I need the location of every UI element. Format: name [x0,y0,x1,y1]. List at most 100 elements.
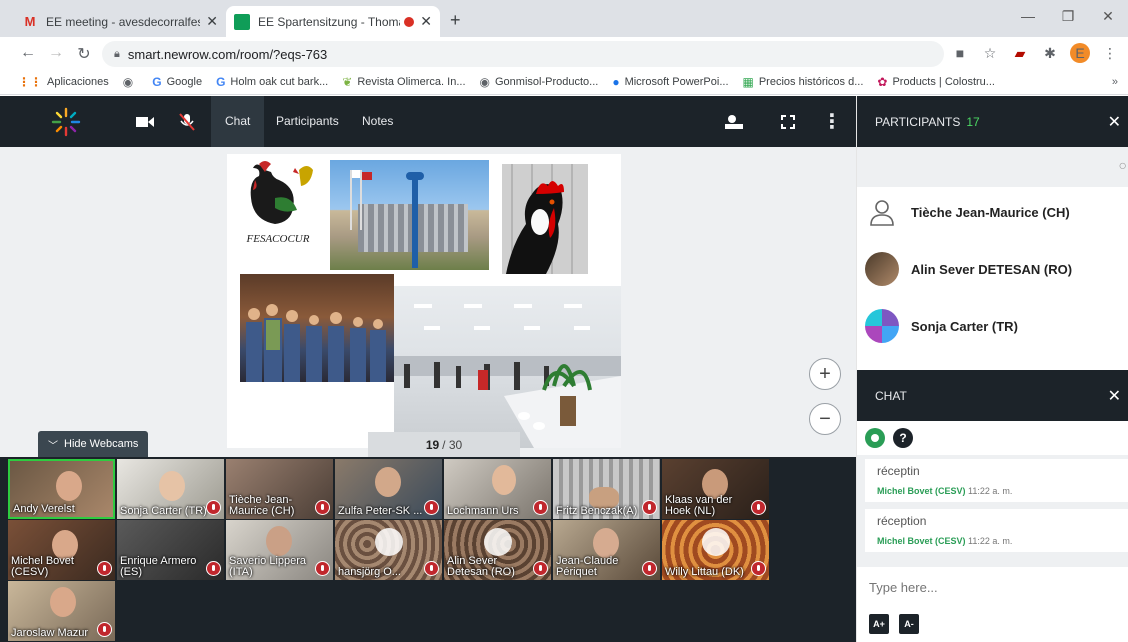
profile-avatar[interactable]: E [1070,43,1090,63]
browser-tab-strip: M EE meeting - avesdecorralfesaco ✕ EE S… [0,0,1128,37]
mic-muted-icon [206,500,221,515]
hide-webcams-button[interactable]: ﹀ Hide Webcams [38,431,149,457]
fullscreen-icon[interactable] [776,96,800,147]
mic-muted-icon [533,561,548,576]
browser-tab-gmail[interactable]: M EE meeting - avesdecorralfesaco ✕ [14,6,226,37]
webcam-tile[interactable]: hansjörg O... [335,520,442,580]
webcam-tile[interactable]: Jaroslaw Mazur [8,581,115,641]
mic-muted-icon [206,561,221,576]
minimize-icon[interactable]: — [1008,0,1048,32]
tab-label: EE meeting - avesdecorralfesaco [46,14,200,29]
webcam-tile[interactable]: Zulfa Peter-SK ... [335,459,442,519]
font-increase-button[interactable]: A+ [869,614,889,634]
microphone-muted-icon[interactable] [174,96,200,147]
tab-chat[interactable]: Chat [211,96,265,147]
participants-header: PARTICIPANTS 17 ✕ [857,96,1128,147]
webcam-name: Tièche Jean-Maurice (CH) [229,494,295,517]
bookmark-aplicaciones[interactable]: ⋮⋮ Aplicaciones [18,75,109,89]
participant-item[interactable]: Sonja Carter (TR) [865,306,1018,346]
chat-input[interactable] [857,570,1128,604]
tab-participants[interactable]: Participants [262,96,353,147]
menu-kebab-icon[interactable]: ⋮ [1100,45,1120,62]
webcam-name: Michel Bovet (CESV) [11,555,74,578]
participant-item[interactable]: Alin Sever DETESAN (RO) [865,249,1072,289]
side-panel: PARTICIPANTS 17 ✕ ○ Tièche Jean-Maurice … [856,96,1128,642]
new-tab-button[interactable]: + [450,10,461,31]
help-icon[interactable]: ? [893,428,913,448]
zoom-out-button[interactable]: − [809,403,841,435]
close-chat-icon[interactable]: ✕ [1108,386,1121,406]
avatar [865,309,899,343]
more-bookmarks-icon[interactable]: » [1112,76,1118,88]
camera-blocked-icon[interactable]: ■ [950,45,970,61]
pdf-extension-icon[interactable]: ▰ [1010,45,1030,62]
webcam-tile[interactable]: Andy Verelst [8,459,115,519]
webcam-tile[interactable]: Willy Littau (DK) [662,520,769,580]
restore-icon[interactable]: ❐ [1048,0,1088,32]
close-window-icon[interactable]: ✕ [1088,0,1128,32]
mic-muted-icon [642,561,657,576]
url-text: smart.newrow.com/room/?eqs-763 [127,46,328,62]
bookmark-holm-oak[interactable]: G Holm oak cut bark... [216,75,328,89]
bookmark-gonmisol[interactable]: ◉ Gonmisol-Producto... [480,75,599,89]
mic-muted-icon [424,500,439,515]
participant-name: Alin Sever DETESAN (RO) [911,261,1073,277]
camera-icon[interactable] [132,96,158,147]
more-options-icon[interactable]: ⋮ [822,96,842,147]
forward-icon[interactable]: → [42,44,70,62]
close-participants-icon[interactable]: ✕ [1108,112,1121,132]
bookmark-google[interactable]: G Google [152,75,202,89]
tab-notes[interactable]: Notes [348,96,407,147]
page-total: / 30 [442,437,463,452]
bookmark-globe[interactable]: ◉ [123,75,138,89]
participants-count: 17 [966,114,980,129]
fesacocur-logo: FESACOCUR [235,158,321,254]
bookmark-precios[interactable]: ▦ Precios históricos d... [743,75,864,89]
webcam-tile[interactable]: Saverio Lippera (ITA) [226,520,333,580]
extensions-icon[interactable]: ✱ [1040,45,1060,62]
chevron-down-icon: ﹀ [48,440,58,452]
bookmark-label: Microsoft PowerPoi... [624,76,729,88]
close-icon[interactable]: ✕ [206,13,218,30]
message-time: 11:22 a. m. [968,486,1013,496]
participant-item[interactable]: Tièche Jean-Maurice (CH) [865,192,1070,232]
bookmark-powerpoint[interactable]: ● Microsoft PowerPoi... [612,75,728,89]
webcam-tile[interactable]: Sonja Carter (TR) [117,459,224,519]
webcam-tile[interactable]: Jean-Claude Périquet [553,520,660,580]
message-text: réceptin [877,464,920,478]
font-decrease-button[interactable]: A- [899,614,919,634]
participant-search[interactable]: ○ [857,147,1128,187]
webcam-tile[interactable]: Michel Bovet (CESV) [8,520,115,580]
browser-tab-spartensitzung[interactable]: EE Spartensitzung - Thomas ✕ [226,6,440,37]
zoom-in-button[interactable]: + [809,358,841,390]
globe-icon: ◉ [122,75,134,89]
webcam-tile[interactable]: Fritz Benczak(A) [553,459,660,519]
mic-muted-icon [315,561,330,576]
bookmark-colostrum[interactable]: ✿ Products | Colostru... [877,75,995,89]
chat-everyone-icon[interactable] [865,428,885,448]
search-icon: ○ [1118,157,1127,173]
crowd-photo [240,274,394,382]
back-icon[interactable]: ← [14,44,42,62]
mic-muted-icon [642,500,657,515]
bookmark-olimerca[interactable]: ❦ Revista Olimerca. In... [342,75,465,89]
url-field[interactable]: 🔒︎ smart.newrow.com/room/?eqs-763 [102,41,944,67]
webcam-tile[interactable]: Tièche Jean-Maurice (CH) [226,459,333,519]
message-author: Michel Bovet (CESV) [877,536,966,546]
webcam-name: Enrique Armero (ES) [120,555,197,578]
newrow-logo-icon [48,96,84,147]
webcam-name: Jaroslaw Mazur [11,627,89,639]
avatar [865,252,899,286]
lock-icon: 🔒︎ [114,47,120,60]
presenter-icon[interactable] [722,96,746,147]
webcam-name: Alin Sever Detesan (RO) [447,555,515,578]
webcam-tile[interactable]: Klaas van der Hoek (NL) [662,459,769,519]
webcam-tile[interactable]: Alin Sever Detesan (RO) [444,520,551,580]
bookmark-label: Gonmisol-Producto... [495,76,599,88]
webcam-tile[interactable]: Enrique Armero (ES) [117,520,224,580]
webcam-name: Zulfa Peter-SK ... [338,505,423,517]
reload-icon[interactable]: ↻ [70,44,98,64]
webcam-tile[interactable]: Lochmann Urs [444,459,551,519]
close-icon[interactable]: ✕ [420,13,432,30]
star-icon[interactable]: ☆ [980,45,1000,62]
